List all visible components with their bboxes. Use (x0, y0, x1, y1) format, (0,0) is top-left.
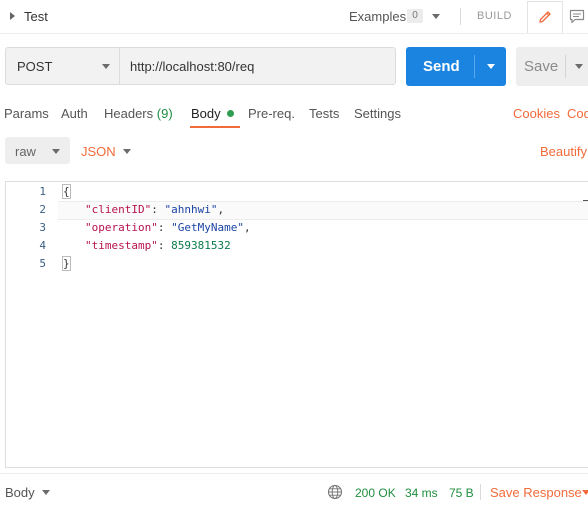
json-value: "GetMyName" (171, 221, 244, 234)
save-button-group: Save (516, 47, 588, 86)
divider (460, 8, 461, 25)
code-line: "operation": "GetMyName", (85, 221, 251, 234)
tab-headers[interactable]: Headers (9) (104, 106, 173, 121)
chevron-down-icon (102, 64, 110, 69)
save-button[interactable]: Save (516, 47, 564, 86)
examples-count-badge: 0 (407, 9, 423, 23)
chevron-down-icon (487, 64, 495, 69)
send-button[interactable]: Send (406, 47, 474, 86)
top-bar: Test Examples 0 BUILD (0, 0, 588, 34)
json-value: "ahnhwi" (164, 203, 218, 216)
code-line: "timestamp": 859381532 (85, 239, 231, 252)
method-value: POST (17, 59, 53, 74)
save-label: Save (524, 58, 559, 75)
save-response-label: Save Response (490, 485, 582, 500)
response-tab-label: Body (5, 485, 35, 500)
code-line: "clientID": "ahnhwi", (85, 203, 225, 216)
url-value: http://localhost:80/req (130, 59, 255, 74)
divider (480, 484, 481, 500)
line-number: 4 (39, 239, 46, 252)
body-editor[interactable]: 1 2 3 4 5 { "clientID": "ahnhwi", "opera… (5, 181, 588, 468)
beautify-link[interactable]: Beautify (540, 144, 587, 159)
edit-mode-button[interactable] (527, 1, 563, 33)
line-number: 3 (39, 221, 46, 234)
body-mode-select[interactable]: raw (5, 137, 70, 164)
body-mode-value: raw (15, 144, 36, 159)
tab-params[interactable]: Params (4, 106, 49, 121)
comments-button[interactable] (562, 1, 588, 32)
save-response-button[interactable]: Save Response (490, 485, 588, 501)
response-size[interactable]: 75 B (449, 486, 474, 500)
headers-count: (9) (156, 106, 173, 121)
json-key: "operation" (85, 221, 158, 234)
json-key: "timestamp" (85, 239, 158, 252)
minimap-marker (583, 200, 588, 201)
cookies-link[interactable]: Cookies (513, 106, 560, 121)
chevron-down-icon (52, 149, 60, 154)
tab-body[interactable]: Body (191, 106, 235, 121)
active-tab-indicator (190, 126, 240, 128)
tab-pre-request[interactable]: Pre-req. (248, 106, 295, 121)
body-format-value: JSON (81, 144, 116, 159)
code-open-brace: { (62, 184, 71, 199)
code-close-brace: } (62, 256, 71, 271)
tab-auth[interactable]: Auth (61, 106, 88, 121)
divider (0, 473, 588, 474)
build-button[interactable]: BUILD (477, 10, 512, 22)
chevron-down-icon (575, 64, 583, 69)
tab-tests[interactable]: Tests (309, 106, 339, 121)
chevron-down-icon (582, 490, 588, 495)
pencil-icon (539, 11, 551, 23)
chevron-down-icon (123, 149, 131, 154)
globe-icon[interactable] (327, 484, 343, 500)
send-label: Send (423, 58, 460, 75)
method-select[interactable]: POST (5, 47, 120, 85)
body-format-select[interactable]: JSON (81, 137, 136, 164)
line-number: 1 (39, 185, 46, 198)
request-title[interactable]: Test (24, 9, 48, 24)
chevron-down-icon[interactable] (432, 14, 440, 19)
tab-settings[interactable]: Settings (354, 106, 401, 121)
line-number: 5 (39, 257, 46, 270)
comment-icon (569, 9, 585, 24)
body-active-dot (227, 110, 235, 117)
examples-label[interactable]: Examples (349, 9, 406, 24)
chevron-down-icon (42, 490, 50, 495)
response-time[interactable]: 34 ms (405, 486, 438, 500)
chevron-right-icon[interactable] (10, 12, 15, 20)
send-options-button[interactable] (475, 47, 506, 86)
json-key: "clientID" (85, 203, 152, 216)
tab-headers-label: Headers (104, 106, 154, 121)
url-input[interactable]: http://localhost:80/req (120, 47, 396, 85)
json-value: 859381532 (171, 239, 231, 252)
save-options-button[interactable] (566, 47, 588, 86)
response-tab-select[interactable]: Body (5, 485, 55, 501)
code-link[interactable]: Code (567, 106, 588, 121)
send-button-group: Send (406, 47, 506, 86)
response-status[interactable]: 200 OK (355, 486, 396, 500)
line-number: 2 (39, 203, 46, 216)
tab-body-label: Body (191, 106, 221, 121)
